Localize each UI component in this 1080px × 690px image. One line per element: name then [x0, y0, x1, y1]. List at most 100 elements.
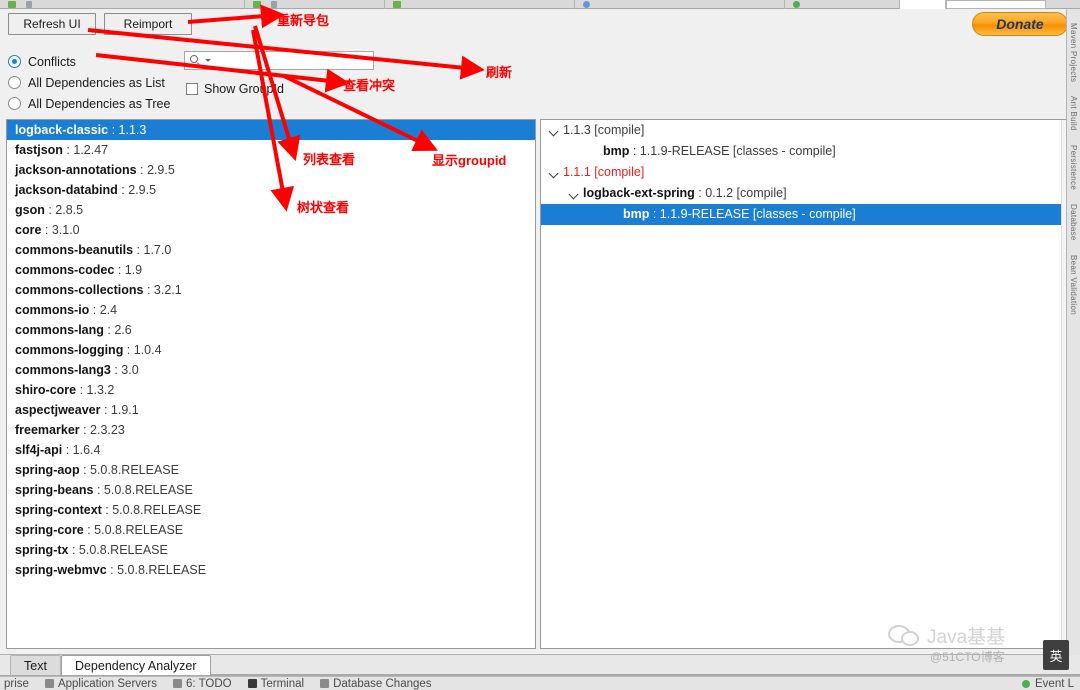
- bottom-tab-bar: Text Dependency Analyzer: [0, 655, 1080, 676]
- search-icon: [190, 54, 203, 67]
- list-item-version: : 1.6.4: [62, 443, 101, 457]
- list-item[interactable]: core : 3.1.0: [7, 220, 535, 240]
- dependency-list-pane[interactable]: logback-classic : 1.1.3 fastjson : 1.2.47…: [6, 119, 536, 649]
- tree-row-artifact: bmp: [603, 144, 630, 158]
- list-item[interactable]: jackson-databind : 2.9.5: [7, 180, 535, 200]
- show-groupid-checkbox[interactable]: Show GroupId: [186, 82, 284, 96]
- donate-button[interactable]: Donate: [972, 12, 1068, 36]
- sidebar-item-maven-projects[interactable]: Maven Projects: [1069, 23, 1078, 82]
- statusbar-item-application-servers[interactable]: Application Servers: [44, 677, 158, 690]
- show-groupid-box[interactable]: [186, 83, 198, 95]
- show-groupid-label: Show GroupId: [204, 82, 284, 96]
- search-field[interactable]: [184, 51, 374, 70]
- statusbar-item-terminal[interactable]: Terminal: [247, 678, 304, 690]
- chevron-down-icon[interactable]: [567, 187, 580, 200]
- list-item-artifact: spring-context: [15, 503, 102, 517]
- reimport-button[interactable]: Reimport: [104, 13, 192, 35]
- sidebar-item-database[interactable]: Database: [1069, 204, 1078, 241]
- tree-row-version: 1.1.1 [compile]: [563, 165, 645, 179]
- tree-row-version: 1.1.3 [compile]: [563, 123, 645, 137]
- list-item-version: : 2.3.23: [79, 423, 125, 437]
- tree-row-artifact: bmp: [623, 207, 650, 221]
- sidebar-item-persistence[interactable]: Persistence: [1069, 145, 1078, 190]
- tree-row[interactable]: bmp : 1.1.9-RELEASE [classes - compile]: [541, 141, 1071, 162]
- tree-row[interactable]: 1.1.3 [compile]: [541, 120, 1071, 141]
- statusbar-right: Event L: [1022, 678, 1080, 690]
- action-button-row: Refresh UI Reimport: [8, 13, 192, 35]
- list-item-version: : 3.0: [110, 363, 139, 377]
- list-item[interactable]: spring-context : 5.0.8.RELEASE: [7, 500, 535, 520]
- list-item-artifact: spring-aop: [15, 463, 80, 477]
- list-item[interactable]: spring-webmvc : 5.0.8.RELEASE: [7, 560, 535, 580]
- maven-helper-panel: Refresh UI Reimport Donate Conflicts All…: [0, 9, 1080, 655]
- list-item-version: : 2.6: [103, 323, 132, 337]
- refresh-ui-button[interactable]: Refresh UI: [8, 13, 96, 35]
- statusbar-item-6-todo[interactable]: 6: TODO: [173, 678, 232, 690]
- list-item-version: : 5.0.8.RELEASE: [93, 483, 193, 497]
- radio-conflicts[interactable]: Conflicts: [8, 51, 170, 72]
- list-item-artifact: commons-collections: [15, 283, 144, 297]
- statusbar-item-label: prise: [4, 677, 29, 690]
- list-item[interactable]: logback-classic : 1.1.3: [7, 120, 535, 140]
- tab-dependency-analyzer[interactable]: Dependency Analyzer: [60, 655, 211, 675]
- list-item[interactable]: commons-lang : 2.6: [7, 320, 535, 340]
- radio-list-indicator[interactable]: [8, 76, 21, 89]
- radio-list-label: All Dependencies as List: [28, 75, 165, 90]
- chevron-down-icon[interactable]: [205, 59, 211, 62]
- list-item[interactable]: commons-codec : 1.9: [7, 260, 535, 280]
- radio-all-dependencies-as-tree[interactable]: All Dependencies as Tree: [8, 93, 170, 114]
- list-item[interactable]: jackson-annotations : 2.9.5: [7, 160, 535, 180]
- list-item[interactable]: commons-beanutils : 1.7.0: [7, 240, 535, 260]
- list-item-version: : 1.0.4: [123, 343, 162, 357]
- list-item[interactable]: commons-logging : 1.0.4: [7, 340, 535, 360]
- donate-button-wrap: Donate: [972, 12, 1068, 36]
- dependency-tree-pane[interactable]: 1.1.3 [compile] bmp : 1.1.9-RELEASE [clas…: [540, 119, 1072, 649]
- list-item-artifact: spring-core: [15, 523, 84, 537]
- list-item-version: : 5.0.8.RELEASE: [83, 523, 184, 537]
- statusbar-item-database-changes[interactable]: Database Changes: [320, 678, 432, 690]
- statusbar-item-label: Application Servers: [57, 677, 158, 690]
- module-icon: [393, 0, 401, 8]
- list-item-version: : 3.1.0: [41, 223, 80, 237]
- list-item[interactable]: commons-collections : 3.2.1: [7, 280, 535, 300]
- statusbar-item-prise[interactable]: prise: [4, 678, 29, 690]
- list-item[interactable]: freemarker : 2.3.23: [7, 420, 535, 440]
- event-log-label[interactable]: Event L: [1035, 678, 1074, 690]
- list-item[interactable]: spring-core : 5.0.8.RELEASE: [7, 520, 535, 540]
- list-item[interactable]: spring-tx : 5.0.8.RELEASE: [7, 540, 535, 560]
- event-log-icon: [1022, 679, 1030, 688]
- tab-text[interactable]: Text: [10, 655, 61, 675]
- sidebar-item-bean-validation[interactable]: Bean Validation: [1069, 255, 1078, 315]
- list-item[interactable]: gson : 2.8.5: [7, 200, 535, 220]
- ime-indicator: 英: [1043, 640, 1069, 670]
- list-item-version: : 2.8.5: [44, 203, 84, 217]
- list-item[interactable]: aspectjweaver : 1.9.1: [7, 400, 535, 420]
- list-item-version: : 3.2.1: [143, 283, 182, 297]
- radio-conflicts-indicator[interactable]: [8, 55, 21, 68]
- list-item-version: : 1.7.0: [133, 243, 172, 257]
- radio-all-dependencies-as-list[interactable]: All Dependencies as List: [8, 72, 170, 93]
- view-mode-radio-group: Conflicts All Dependencies as List All D…: [8, 51, 170, 114]
- sidebar-item-ant-build[interactable]: Ant Build: [1069, 96, 1078, 131]
- chevron-down-icon[interactable]: [547, 124, 560, 137]
- toolbar-field[interactable]: [946, 0, 1046, 9]
- tree-row-label: 1.1.3 [compile]: [563, 120, 644, 141]
- tree-row[interactable]: bmp : 1.1.9-RELEASE [classes - compile]: [541, 204, 1071, 225]
- tree-row[interactable]: 1.1.1 [compile]: [541, 162, 1071, 183]
- radio-tree-indicator[interactable]: [8, 97, 21, 110]
- list-item[interactable]: shiro-core : 1.3.2: [7, 380, 535, 400]
- list-item[interactable]: fastjson : 1.2.47: [7, 140, 535, 160]
- list-item[interactable]: spring-aop : 5.0.8.RELEASE: [7, 460, 535, 480]
- list-item[interactable]: spring-beans : 5.0.8.RELEASE: [7, 480, 535, 500]
- list-item-artifact: spring-tx: [15, 543, 69, 557]
- chevron-down-icon[interactable]: [547, 166, 560, 179]
- list-item[interactable]: slf4j-api : 1.6.4: [7, 440, 535, 460]
- list-item-version: : 5.0.8.RELEASE: [79, 463, 179, 477]
- tree-row-label: 1.1.1 [compile]: [563, 162, 644, 183]
- statusbar-icon: [320, 679, 330, 688]
- list-item[interactable]: commons-io : 2.4: [7, 300, 535, 320]
- list-item[interactable]: commons-lang3 : 3.0: [7, 360, 535, 380]
- list-item-version: : 2.4: [89, 303, 118, 317]
- tree-row[interactable]: logback-ext-spring : 0.1.2 [compile]: [541, 183, 1071, 204]
